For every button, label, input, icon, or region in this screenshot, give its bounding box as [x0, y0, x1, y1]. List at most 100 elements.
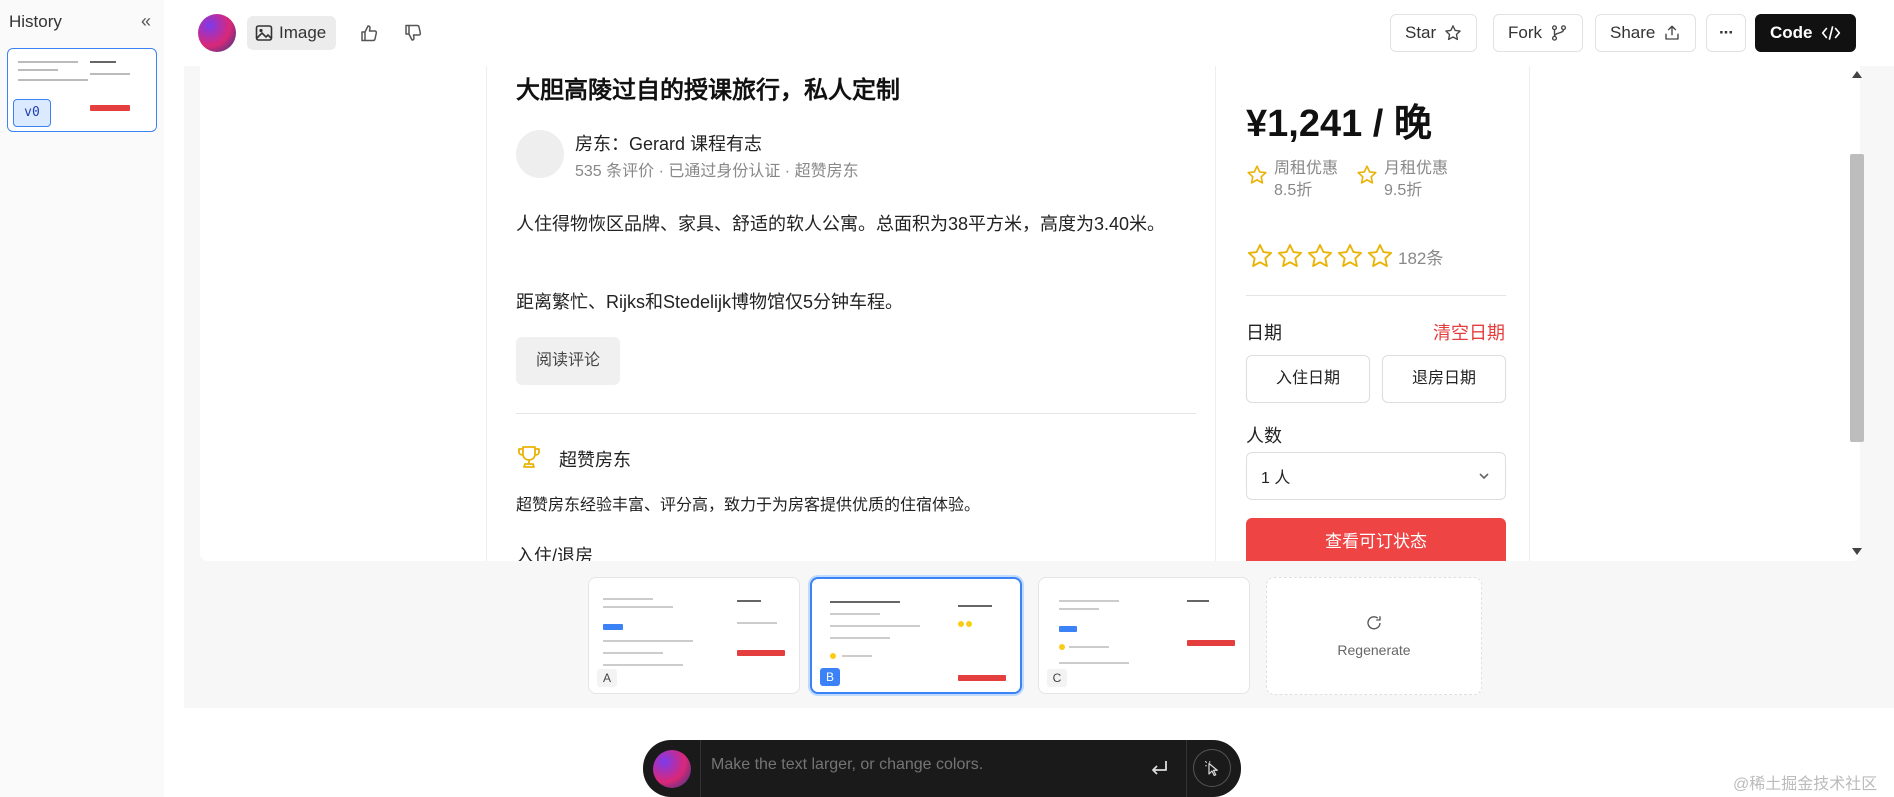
- mini-line: [18, 79, 88, 81]
- variant-label: A: [597, 669, 617, 687]
- share-icon: [1665, 25, 1680, 40]
- mini-line: [1059, 600, 1119, 602]
- mini-line: [603, 598, 653, 600]
- mini-line: [830, 613, 880, 615]
- image-button[interactable]: Image: [247, 16, 337, 50]
- version-badge: v0: [13, 99, 51, 127]
- listing-page: 大胆高陵过自的授课旅行，私人定制 房东：Gerard 课程有志 535 条评价 …: [486, 66, 1562, 561]
- star-icon: [1445, 25, 1461, 41]
- mini-line: [603, 606, 673, 608]
- checkin-checkout-heading: 入住/退房: [516, 546, 594, 561]
- history-thumbnail-v0[interactable]: v0: [7, 48, 157, 132]
- prompt-bar: [643, 740, 1241, 797]
- mini-line: [603, 652, 663, 654]
- refresh-icon: [1367, 616, 1381, 630]
- star-outline-icon: [1357, 165, 1377, 184]
- check-availability-button[interactable]: 查看可订状态: [1246, 518, 1506, 561]
- guests-select[interactable]: 1 人: [1246, 452, 1506, 500]
- mini-line: [830, 637, 890, 639]
- more-button[interactable]: ···: [1706, 14, 1746, 52]
- mini-line: [1059, 608, 1099, 610]
- share-button[interactable]: Share: [1595, 14, 1697, 52]
- watermark: @稀土掘金技术社区: [1733, 776, 1878, 793]
- mini-line: [90, 61, 116, 63]
- monthly-discount: 月租优惠 9.5折: [1356, 158, 1470, 202]
- image-button-label: Image: [279, 23, 327, 42]
- scroll-up-arrow-icon[interactable]: [1852, 71, 1862, 78]
- prompt-input[interactable]: [711, 756, 1111, 774]
- share-button-label: Share: [1610, 23, 1656, 42]
- mini-line: [90, 73, 130, 75]
- mini-line: [737, 600, 761, 602]
- mini-line: [1069, 646, 1109, 648]
- divider: [1186, 740, 1187, 797]
- mini-button: [1059, 626, 1077, 632]
- mini-button: [1187, 640, 1235, 646]
- more-icon: ···: [1719, 23, 1734, 42]
- cursor-select-icon: [1204, 760, 1218, 777]
- star-outline-icon: [1367, 243, 1393, 267]
- rating-row: 182条: [1246, 242, 1443, 270]
- chevron-down-icon: [1479, 473, 1489, 480]
- thumbs-down-icon[interactable]: [398, 18, 428, 48]
- star-button-label: Star: [1405, 23, 1437, 42]
- star-button[interactable]: Star: [1390, 14, 1478, 52]
- mini-star: [830, 653, 836, 659]
- history-panel: History « v0: [0, 0, 164, 797]
- listing-content: 大胆高陵过自的授课旅行，私人定制 房东：Gerard 课程有志 535 条评价 …: [486, 66, 1216, 561]
- guests-value: 1 人: [1261, 470, 1291, 487]
- mini-star: [966, 621, 972, 627]
- nightly-price: ¥1,241 / 晚: [1246, 103, 1432, 145]
- star-outline-icon: [1247, 243, 1273, 267]
- variant-label: B: [820, 668, 840, 686]
- mini-line: [18, 69, 58, 71]
- superhost-label: 超赞房东: [559, 450, 631, 470]
- preview-scrollbar[interactable]: [1848, 66, 1866, 561]
- scroll-thumb[interactable]: [1850, 154, 1864, 442]
- read-reviews-button[interactable]: 阅读评论: [516, 337, 621, 385]
- star-outline-icon: [1277, 243, 1303, 267]
- regenerate-button[interactable]: Regenerate: [1266, 577, 1482, 695]
- regenerate-label: Regenerate: [1337, 642, 1411, 658]
- divider: [700, 740, 701, 797]
- enter-icon[interactable]: [1147, 756, 1171, 780]
- code-button[interactable]: Code: [1755, 14, 1856, 52]
- preview-frame: 大胆高陵过自的授课旅行，私人定制 房东：Gerard 课程有志 535 条评价 …: [200, 66, 1860, 561]
- mini-star: [1059, 644, 1065, 650]
- mini-line: [830, 625, 920, 627]
- chevrons-left-icon[interactable]: «: [136, 12, 156, 32]
- fork-button[interactable]: Fork: [1493, 14, 1583, 52]
- star-outline-icon: [1337, 243, 1363, 267]
- mini-button: [737, 650, 785, 656]
- fork-icon: [1551, 25, 1567, 41]
- rating-count: 182条: [1398, 248, 1444, 268]
- monthly-discount-text: 月租优惠 9.5折: [1384, 160, 1449, 199]
- scroll-down-arrow-icon[interactable]: [1852, 548, 1862, 555]
- mini-button: [90, 105, 130, 111]
- divider: [1246, 295, 1506, 296]
- checkout-date-button[interactable]: 退房日期: [1382, 355, 1506, 403]
- weekly-discount-text: 周租优惠 8.5折: [1274, 160, 1339, 199]
- guests-label: 人数: [1246, 426, 1282, 446]
- mini-line: [1187, 600, 1209, 602]
- star-outline-icon: [1247, 165, 1267, 184]
- variant-a[interactable]: A: [588, 577, 800, 694]
- trophy-icon: [518, 446, 540, 468]
- user-avatar[interactable]: [198, 14, 236, 52]
- superhost-description: 超赞房东经验丰富、评分高，致力于为房客提供优质的住宿体验。: [516, 497, 981, 514]
- prompt-avatar: [653, 750, 691, 788]
- weekly-discount: 周租优惠 8.5折: [1246, 158, 1360, 202]
- mini-line: [1059, 662, 1129, 664]
- thumbs-up-icon[interactable]: [354, 18, 384, 48]
- clear-dates-link[interactable]: 清空日期: [1433, 319, 1505, 345]
- checkin-date-button[interactable]: 入住日期: [1246, 355, 1370, 403]
- listing-title: 大胆高陵过自的授课旅行，私人定制: [516, 77, 900, 104]
- variant-b[interactable]: B: [810, 577, 1022, 694]
- mini-line: [830, 601, 900, 603]
- mini-line: [603, 664, 683, 666]
- code-icon: [1821, 26, 1840, 40]
- variant-c[interactable]: C: [1038, 577, 1250, 694]
- star-outline-icon: [1307, 243, 1333, 267]
- divider: [516, 413, 1196, 414]
- select-element-button[interactable]: [1193, 749, 1231, 787]
